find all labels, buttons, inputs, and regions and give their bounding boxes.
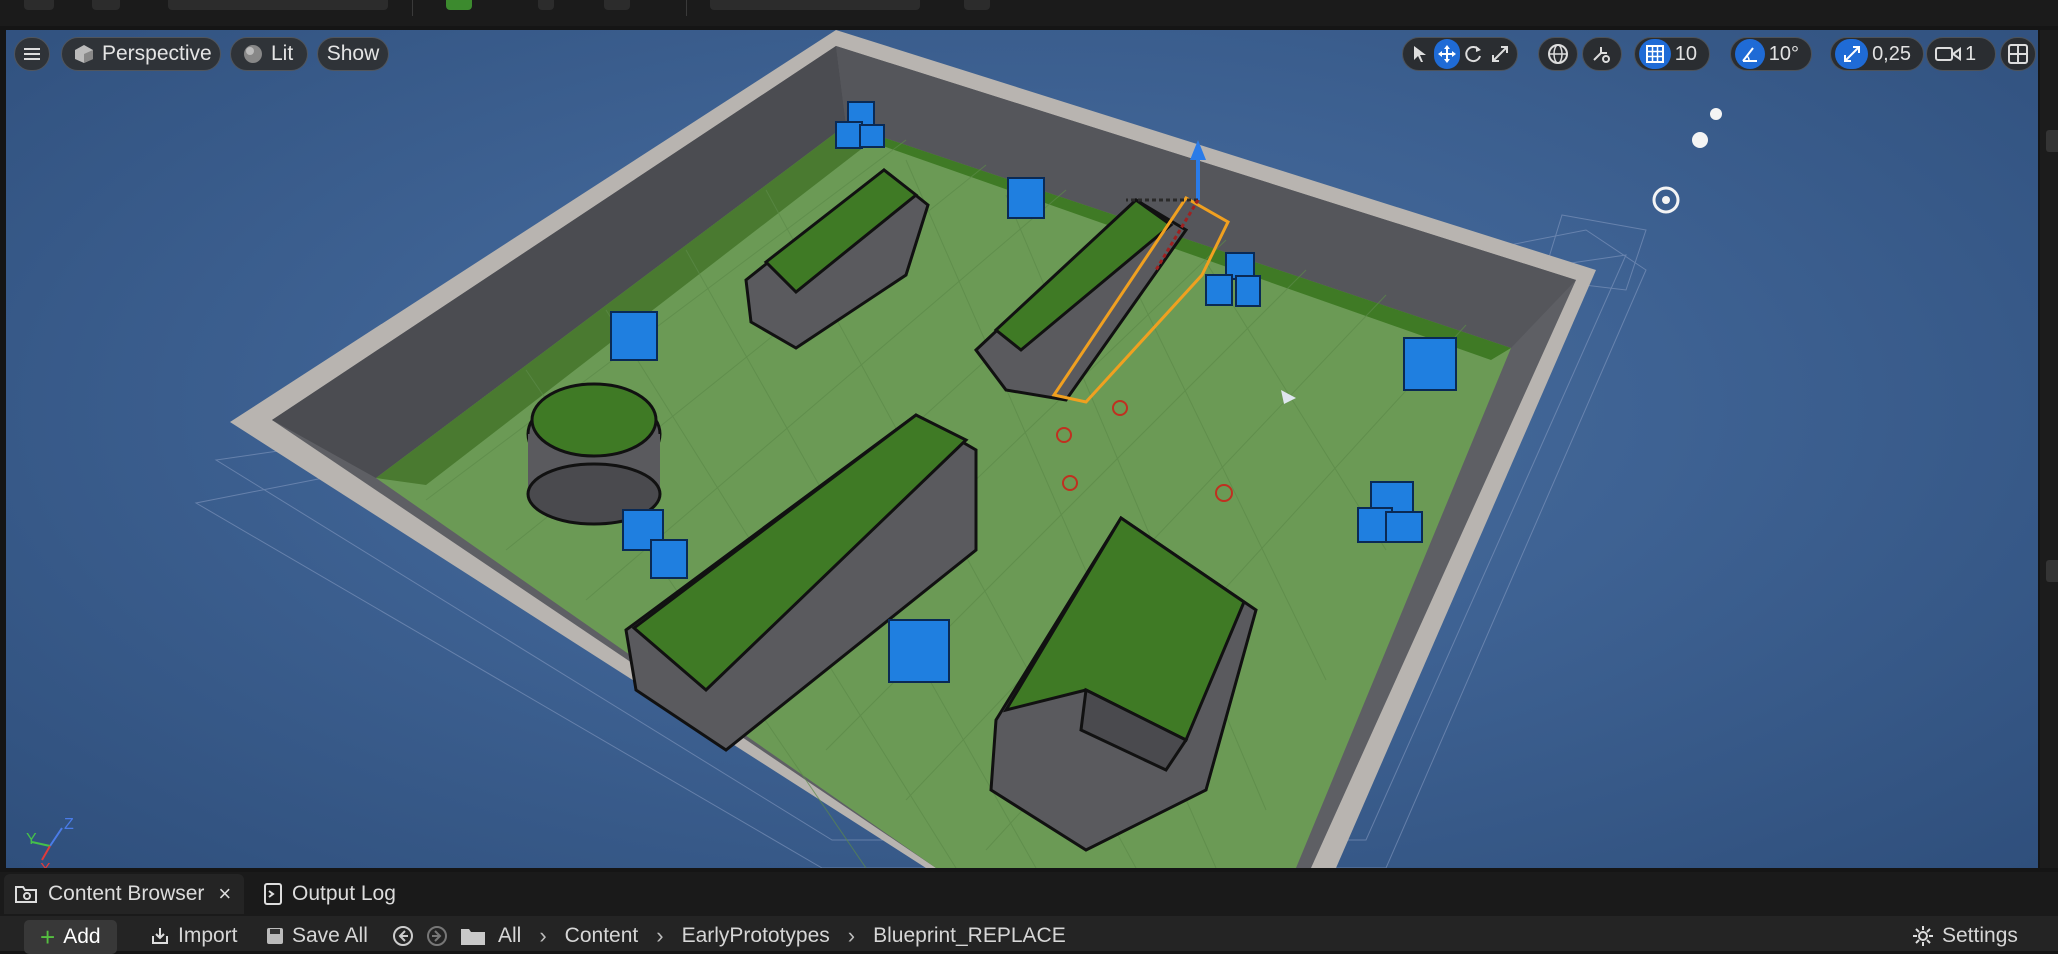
move-icon xyxy=(1437,45,1456,63)
lit-label: Lit xyxy=(271,42,294,65)
camera-icon xyxy=(1935,47,1961,61)
grid-icon xyxy=(1645,45,1664,63)
cursor-icon xyxy=(1414,46,1427,62)
rotation-snap-toggle[interactable] xyxy=(1735,39,1765,69)
panel-collapse-handle[interactable] xyxy=(2046,130,2058,152)
camera-speed-button[interactable]: 1 xyxy=(1926,37,1996,71)
surface-snap-icon xyxy=(1593,47,1610,63)
scale-mode-button[interactable] xyxy=(1487,39,1514,69)
cinematics-icon[interactable] xyxy=(604,0,630,10)
add-label: Add xyxy=(63,925,101,948)
viewport-options-button[interactable] xyxy=(14,37,50,71)
lit-button[interactable]: Lit xyxy=(230,37,308,71)
cube-icon xyxy=(74,44,94,64)
show-label: Show xyxy=(326,42,380,65)
play-controls[interactable] xyxy=(710,0,920,10)
grid-snap-value[interactable]: 10 xyxy=(1671,43,1705,66)
perspective-label: Perspective xyxy=(102,42,212,65)
tab-output-log[interactable]: Output Log xyxy=(254,874,414,914)
save-icon xyxy=(267,928,283,944)
import-label: Import xyxy=(178,924,238,947)
scale-icon xyxy=(1491,46,1508,62)
forward-icon xyxy=(427,926,447,946)
bottom-tab-bar: Content Browser × Output Log xyxy=(0,872,2058,916)
breadcrumb-item-all[interactable]: All xyxy=(498,924,521,948)
sphere-icon xyxy=(243,44,263,64)
hamburger-icon xyxy=(24,47,40,61)
viewport-layout-icon xyxy=(2008,44,2028,64)
scale-snap-group[interactable]: 0,25 xyxy=(1830,37,1924,71)
tab-content-browser-label: Content Browser xyxy=(48,882,205,905)
scene-render[interactable] xyxy=(6,30,2038,868)
output-log-icon xyxy=(264,883,282,905)
breadcrumb-item-blueprint-replace[interactable]: Blueprint_REPLACE xyxy=(873,924,1066,948)
light-actors[interactable] xyxy=(1652,108,1722,214)
folder-icon[interactable] xyxy=(460,920,486,952)
show-button[interactable]: Show xyxy=(317,37,389,71)
settings-button[interactable]: Settings xyxy=(1912,920,2018,952)
grid-snap-group[interactable]: 10 xyxy=(1634,37,1710,71)
breadcrumb-item-content[interactable]: Content xyxy=(565,924,639,948)
import-button[interactable]: Import xyxy=(150,920,238,952)
import-icon xyxy=(152,928,168,944)
scale-snap-value[interactable]: 0,25 xyxy=(1868,43,1919,66)
axis-z-label: Z xyxy=(64,816,74,833)
angle-icon xyxy=(1742,47,1757,62)
panel-collapse-handle[interactable] xyxy=(2046,560,2058,582)
add-actor-icon[interactable] xyxy=(446,0,472,10)
world-local-button[interactable] xyxy=(1538,37,1578,71)
level-viewport[interactable]: Perspective Lit Show 10 10° 0,25 1 Z Y xyxy=(6,30,2038,868)
rotate-icon xyxy=(1465,46,1482,63)
back-icon xyxy=(393,926,413,946)
history-back-button[interactable] xyxy=(392,920,414,952)
tab-content-browser[interactable]: Content Browser × xyxy=(4,874,244,914)
transform-tools xyxy=(1402,37,1518,71)
translate-mode-button[interactable] xyxy=(1433,39,1460,69)
camera-speed-value: 1 xyxy=(1965,42,1977,65)
breadcrumb-item-earlyprototypes[interactable]: EarlyPrototypes xyxy=(682,924,830,948)
rotation-snap-group[interactable]: 10° xyxy=(1730,37,1812,71)
axis-y-label: Y xyxy=(26,831,37,848)
scale-snap-toggle[interactable] xyxy=(1835,39,1869,69)
axis-x-label: X xyxy=(40,861,51,868)
chevron-right-icon[interactable]: › xyxy=(539,923,546,949)
tab-output-log-label: Output Log xyxy=(292,882,396,905)
settings-label: Settings xyxy=(1942,924,2018,947)
content-browser-icon xyxy=(15,886,37,903)
search-input[interactable] xyxy=(168,0,388,10)
mode-icon[interactable] xyxy=(92,0,120,10)
plus-icon: + xyxy=(40,921,56,952)
breadcrumb: All › Content › EarlyPrototypes › Bluepr… xyxy=(498,920,1066,952)
save-all-button[interactable]: Save All xyxy=(266,920,368,952)
platform-round[interactable] xyxy=(526,382,662,526)
save-all-label: Save All xyxy=(292,924,368,947)
add-button[interactable]: + Add xyxy=(24,920,117,954)
history-forward-button[interactable] xyxy=(426,920,448,952)
main-toolbar xyxy=(0,0,2058,26)
globe-icon xyxy=(1548,44,1568,64)
gear-icon xyxy=(1913,926,1933,946)
perspective-button[interactable]: Perspective xyxy=(61,37,221,71)
surface-snap-button[interactable] xyxy=(1582,37,1622,71)
select-mode-button[interactable] xyxy=(1407,39,1434,69)
rotation-snap-value[interactable]: 10° xyxy=(1765,43,1807,66)
layout-button[interactable] xyxy=(2000,37,2036,71)
chevron-right-icon[interactable]: › xyxy=(656,923,663,949)
chevron-right-icon[interactable]: › xyxy=(848,923,855,949)
scale-snap-icon xyxy=(1843,46,1860,62)
save-icon[interactable] xyxy=(24,0,54,10)
platforms-icon[interactable] xyxy=(964,0,990,10)
details-panel-edge xyxy=(2040,30,2058,868)
rotate-mode-button[interactable] xyxy=(1460,39,1487,69)
close-icon[interactable]: × xyxy=(218,881,231,907)
blueprint-icon[interactable] xyxy=(538,0,554,10)
content-browser-toolbar: + Add Import Save All All › Content › Ea… xyxy=(0,916,2058,954)
axis-gizmo: Z Y X xyxy=(22,816,82,868)
grid-snap-toggle[interactable] xyxy=(1639,39,1671,69)
